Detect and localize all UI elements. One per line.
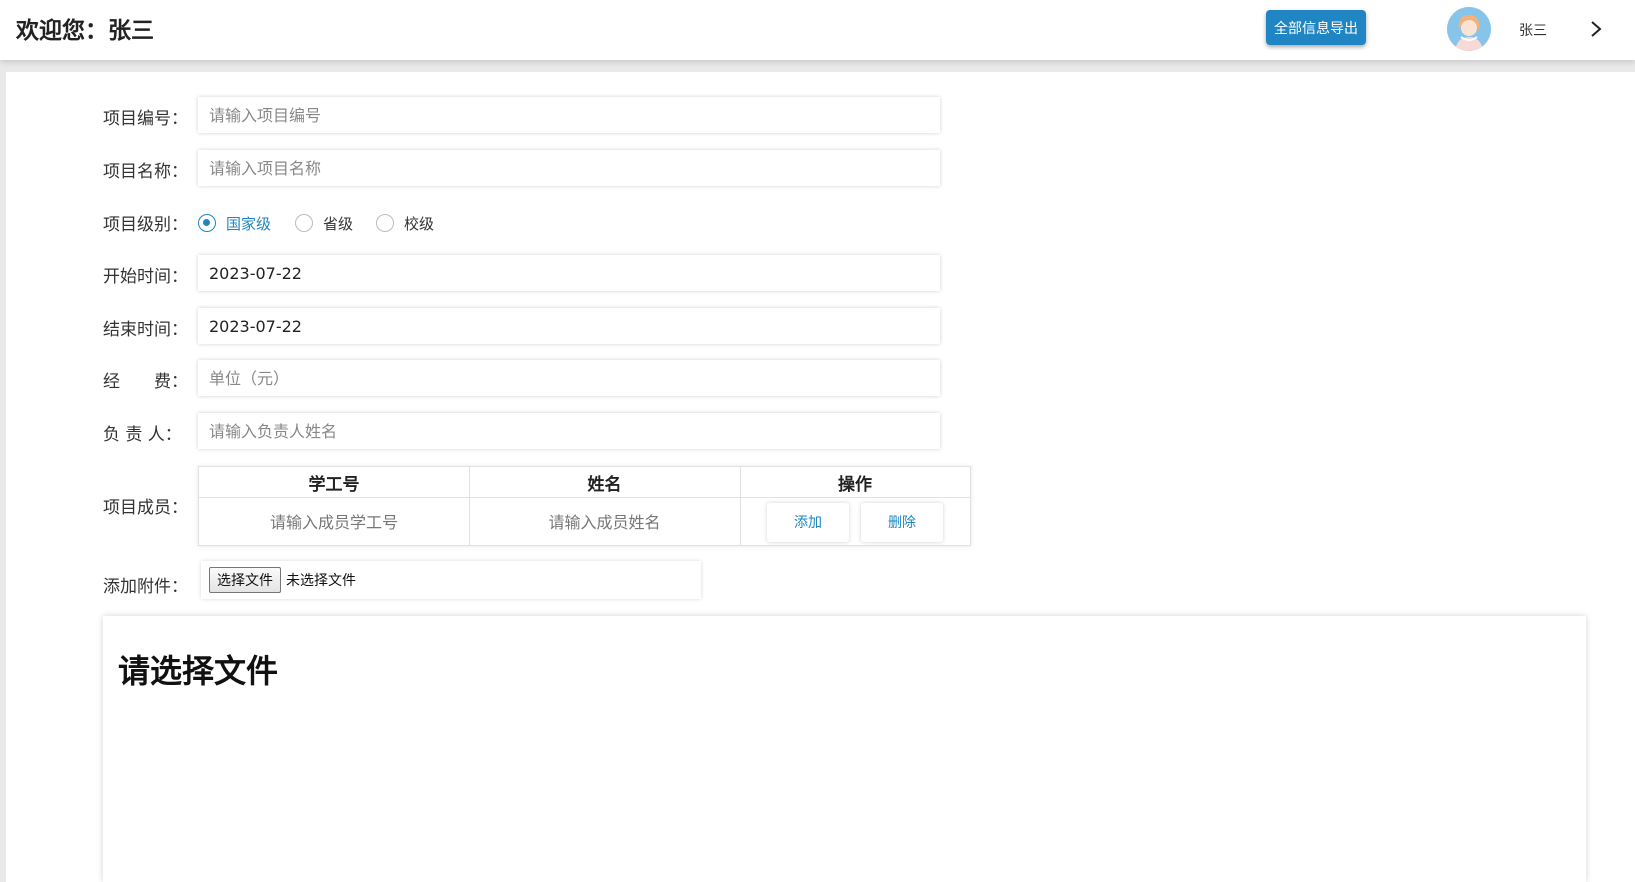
end-time-label: 结束时间： bbox=[103, 320, 188, 340]
member-name-cell bbox=[469, 498, 740, 546]
radio-school-level[interactable]: 校级 bbox=[376, 212, 434, 234]
funds-label: 经 费： bbox=[103, 372, 188, 392]
start-time-input[interactable] bbox=[198, 255, 940, 291]
start-time-label: 开始时间： bbox=[103, 267, 188, 287]
chevron-right-icon[interactable] bbox=[1585, 15, 1607, 43]
column-header-actions: 操作 bbox=[740, 467, 970, 498]
project-no-label: 项目编号： bbox=[103, 109, 188, 129]
leader-label: 负 责 人： bbox=[103, 425, 182, 445]
members-table: 学工号 姓名 操作 添加 删除 bbox=[198, 466, 971, 546]
add-member-button[interactable]: 添加 bbox=[767, 502, 849, 542]
column-header-id: 学工号 bbox=[199, 467, 469, 498]
radio-provincial-level[interactable]: 省级 bbox=[295, 212, 353, 234]
radio-unchecked-icon bbox=[295, 214, 313, 232]
radio-label: 国家级 bbox=[226, 214, 272, 233]
delete-member-button[interactable]: 删除 bbox=[861, 502, 943, 542]
avatar[interactable] bbox=[1447, 7, 1491, 51]
radio-unchecked-icon bbox=[376, 214, 394, 232]
radio-label: 校级 bbox=[404, 214, 435, 233]
member-id-cell bbox=[199, 498, 469, 546]
project-no-input[interactable] bbox=[198, 97, 940, 133]
member-actions-cell: 添加 删除 bbox=[740, 498, 970, 546]
preview-heading: 请选择文件 bbox=[118, 652, 279, 690]
file-preview-panel: 请选择文件 bbox=[103, 616, 1586, 882]
project-name-label: 项目名称： bbox=[103, 162, 188, 182]
attachment-label: 添加附件： bbox=[103, 577, 188, 597]
user-name: 张三 bbox=[1519, 23, 1547, 39]
leader-input[interactable] bbox=[198, 413, 940, 449]
funds-input[interactable] bbox=[198, 360, 940, 396]
radio-national-level[interactable]: 国家级 bbox=[198, 212, 271, 234]
member-name-input[interactable] bbox=[482, 511, 727, 533]
user-avatar-icon bbox=[1447, 7, 1491, 51]
members-label: 项目成员： bbox=[103, 498, 188, 518]
file-status: 未选择文件 bbox=[286, 573, 356, 589]
project-level-label: 项目级别： bbox=[103, 215, 188, 235]
end-time-input[interactable] bbox=[198, 308, 940, 344]
project-name-input[interactable] bbox=[198, 150, 940, 186]
file-upload: 选择文件 未选择文件 bbox=[201, 561, 701, 599]
export-all-button[interactable]: 全部信息导出 bbox=[1266, 10, 1366, 45]
radio-label: 省级 bbox=[323, 214, 354, 233]
radio-checked-icon bbox=[198, 214, 216, 232]
member-id-input[interactable] bbox=[212, 511, 456, 533]
column-header-name: 姓名 bbox=[469, 467, 740, 498]
choose-file-button[interactable]: 选择文件 bbox=[209, 567, 281, 593]
welcome-title: 欢迎您：张三 bbox=[16, 18, 154, 44]
top-header: 欢迎您：张三 全部信息导出 张三 bbox=[0, 0, 1635, 60]
